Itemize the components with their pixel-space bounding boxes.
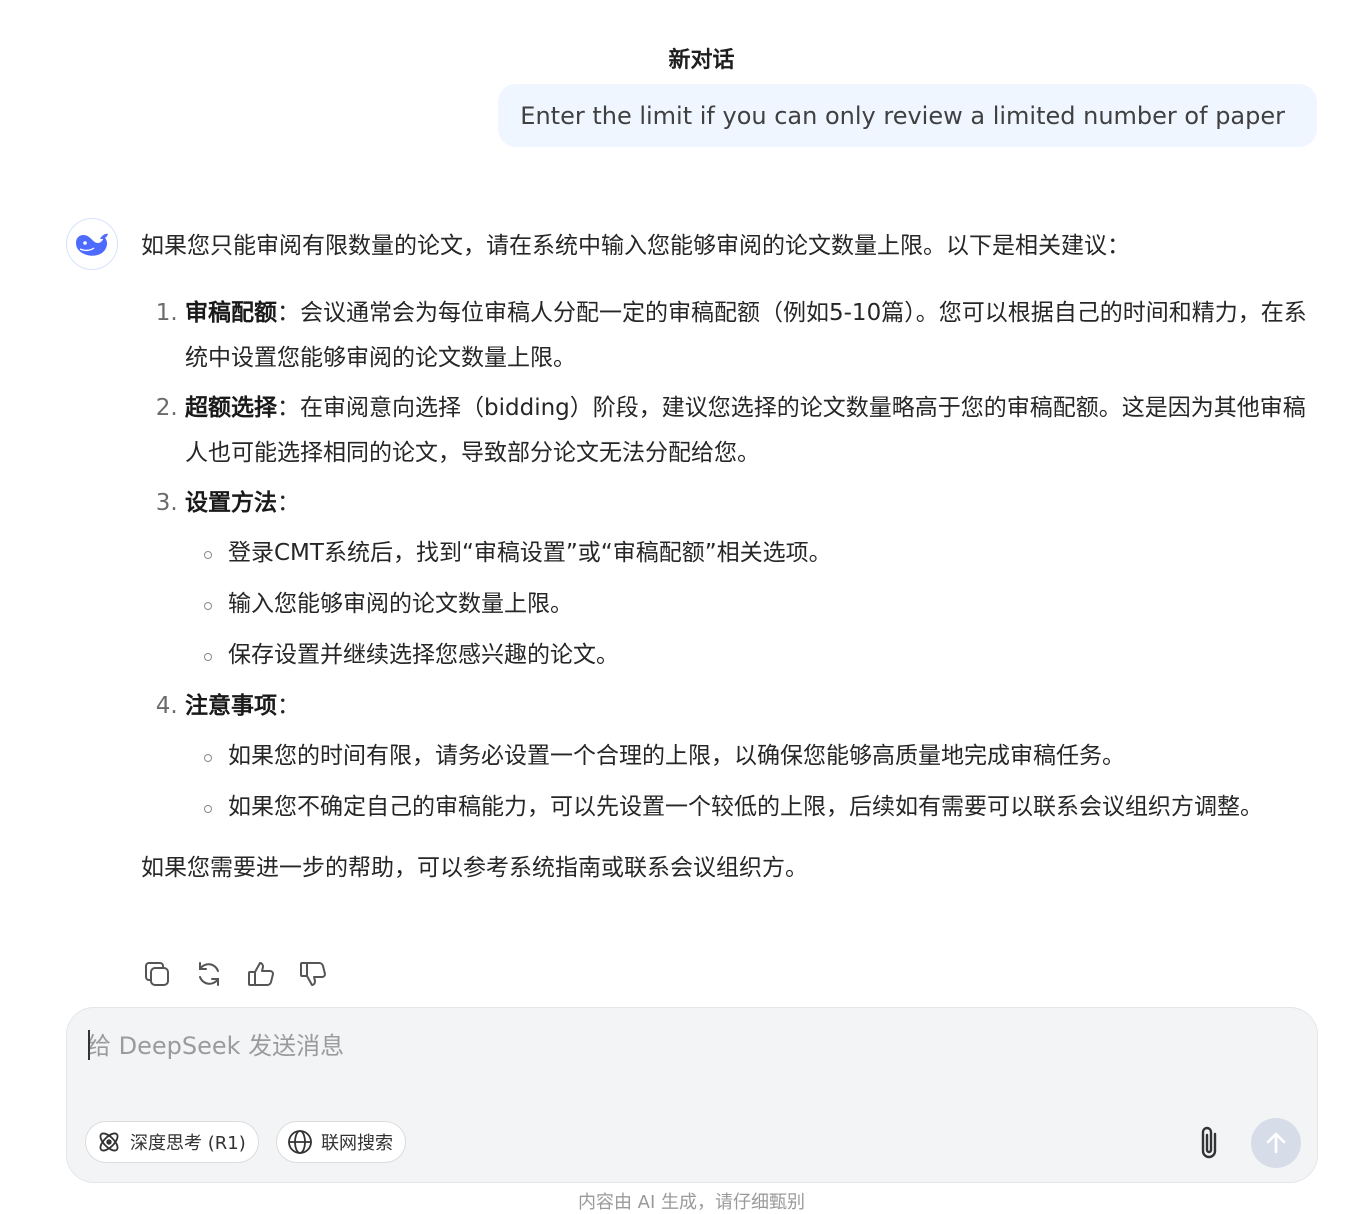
deepseek-avatar <box>66 218 118 270</box>
suggestion-text: ：会议通常会为每位审稿人分配一定的审稿配额（例如5-10篇）。您可以根据自己的时… <box>185 300 1307 371</box>
deep-think-toggle[interactable]: 深度思考 (R1) <box>85 1121 259 1163</box>
ai-disclaimer: 内容由 AI 生成，请仔细甄别 <box>577 1192 806 1213</box>
like-button[interactable] <box>245 957 277 991</box>
suggestion-text: ： <box>277 693 300 719</box>
attach-button[interactable] <box>1190 1121 1230 1165</box>
suggestion-text: ： <box>277 490 300 516</box>
copy-button[interactable] <box>141 957 173 991</box>
send-button[interactable] <box>1251 1118 1301 1168</box>
copy-icon <box>145 962 169 986</box>
deepseek-whale-icon <box>76 233 108 256</box>
message-composer <box>66 1007 1318 1183</box>
assistant-message: 如果您只能审阅有限数量的论文，请在系统中输入您能够审阅的论文数量上限。以下是相关… <box>141 224 1321 891</box>
sub-list-item: 如果您不确定自己的审稿能力，可以先设置一个较低的上限，后续如有需要可以联系会议组… <box>204 785 1321 830</box>
sub-list: 登录CMT系统后，找到“审稿设置”或“审稿配额”相关选项。 输入您能够审阅的论文… <box>185 531 1321 678</box>
regenerate-icon <box>199 962 219 986</box>
arrow-up-icon <box>1266 1132 1286 1154</box>
deep-think-label: 深度思考 (R1) <box>130 1133 246 1154</box>
user-message-text: Enter the limit if you can only review a… <box>520 101 1285 130</box>
sub-list-item: 输入您能够审阅的论文数量上限。 <box>204 582 1321 627</box>
suggestion-item: 设置方法： 登录CMT系统后，找到“审稿设置”或“审稿配额”相关选项。 输入您能… <box>185 481 1321 678</box>
suggestion-heading: 注意事项 <box>185 693 277 719</box>
suggestion-heading: 设置方法 <box>185 490 277 516</box>
web-search-label: 联网搜索 <box>321 1133 393 1154</box>
user-message-bubble: Enter the limit if you can only review a… <box>498 84 1317 147</box>
regenerate-button[interactable] <box>193 957 225 991</box>
answer-intro: 如果您只能审阅有限数量的论文，请在系统中输入您能够审阅的论文数量上限。以下是相关… <box>141 233 1130 259</box>
page-title: 新对话 <box>668 48 735 73</box>
answer-closing: 如果您需要进一步的帮助，可以参考系统指南或联系会议组织方。 <box>141 855 808 881</box>
web-search-toggle[interactable]: 联网搜索 <box>276 1121 406 1163</box>
text-cursor <box>88 1030 90 1060</box>
thumbs-up-icon <box>248 962 274 986</box>
message-input[interactable] <box>87 1026 1187 1086</box>
paperclip-icon <box>1201 1126 1217 1159</box>
suggestion-text: ：在审阅意向选择（bidding）阶段，建议您选择的论文数量略高于您的审稿配额。… <box>185 395 1306 466</box>
sub-list-item: 登录CMT系统后，找到“审稿设置”或“审稿配额”相关选项。 <box>204 531 1321 576</box>
suggestion-item: 超额选择：在审阅意向选择（bidding）阶段，建议您选择的论文数量略高于您的审… <box>185 386 1321 476</box>
sub-list: 如果您的时间有限，请务必设置一个合理的上限，以确保您能够高质量地完成审稿任务。 … <box>185 734 1321 830</box>
suggestion-item: 审稿配额：会议通常会为每位审稿人分配一定的审稿配额（例如5-10篇）。您可以根据… <box>185 291 1321 381</box>
suggestion-list: 审稿配额：会议通常会为每位审稿人分配一定的审稿配额（例如5-10篇）。您可以根据… <box>141 291 1321 830</box>
message-actions <box>141 957 329 991</box>
thumbs-down-icon <box>300 962 326 986</box>
globe-icon <box>288 1130 312 1154</box>
suggestion-heading: 超额选择 <box>185 395 277 421</box>
dislike-button[interactable] <box>297 957 329 991</box>
sub-list-item: 如果您的时间有限，请务必设置一个合理的上限，以确保您能够高质量地完成审稿任务。 <box>204 734 1321 779</box>
suggestion-item: 注意事项： 如果您的时间有限，请务必设置一个合理的上限，以确保您能够高质量地完成… <box>185 684 1321 830</box>
atom-icon <box>99 1132 119 1152</box>
suggestion-heading: 审稿配额 <box>185 300 277 326</box>
sub-list-item: 保存设置并继续选择您感兴趣的论文。 <box>204 633 1321 678</box>
